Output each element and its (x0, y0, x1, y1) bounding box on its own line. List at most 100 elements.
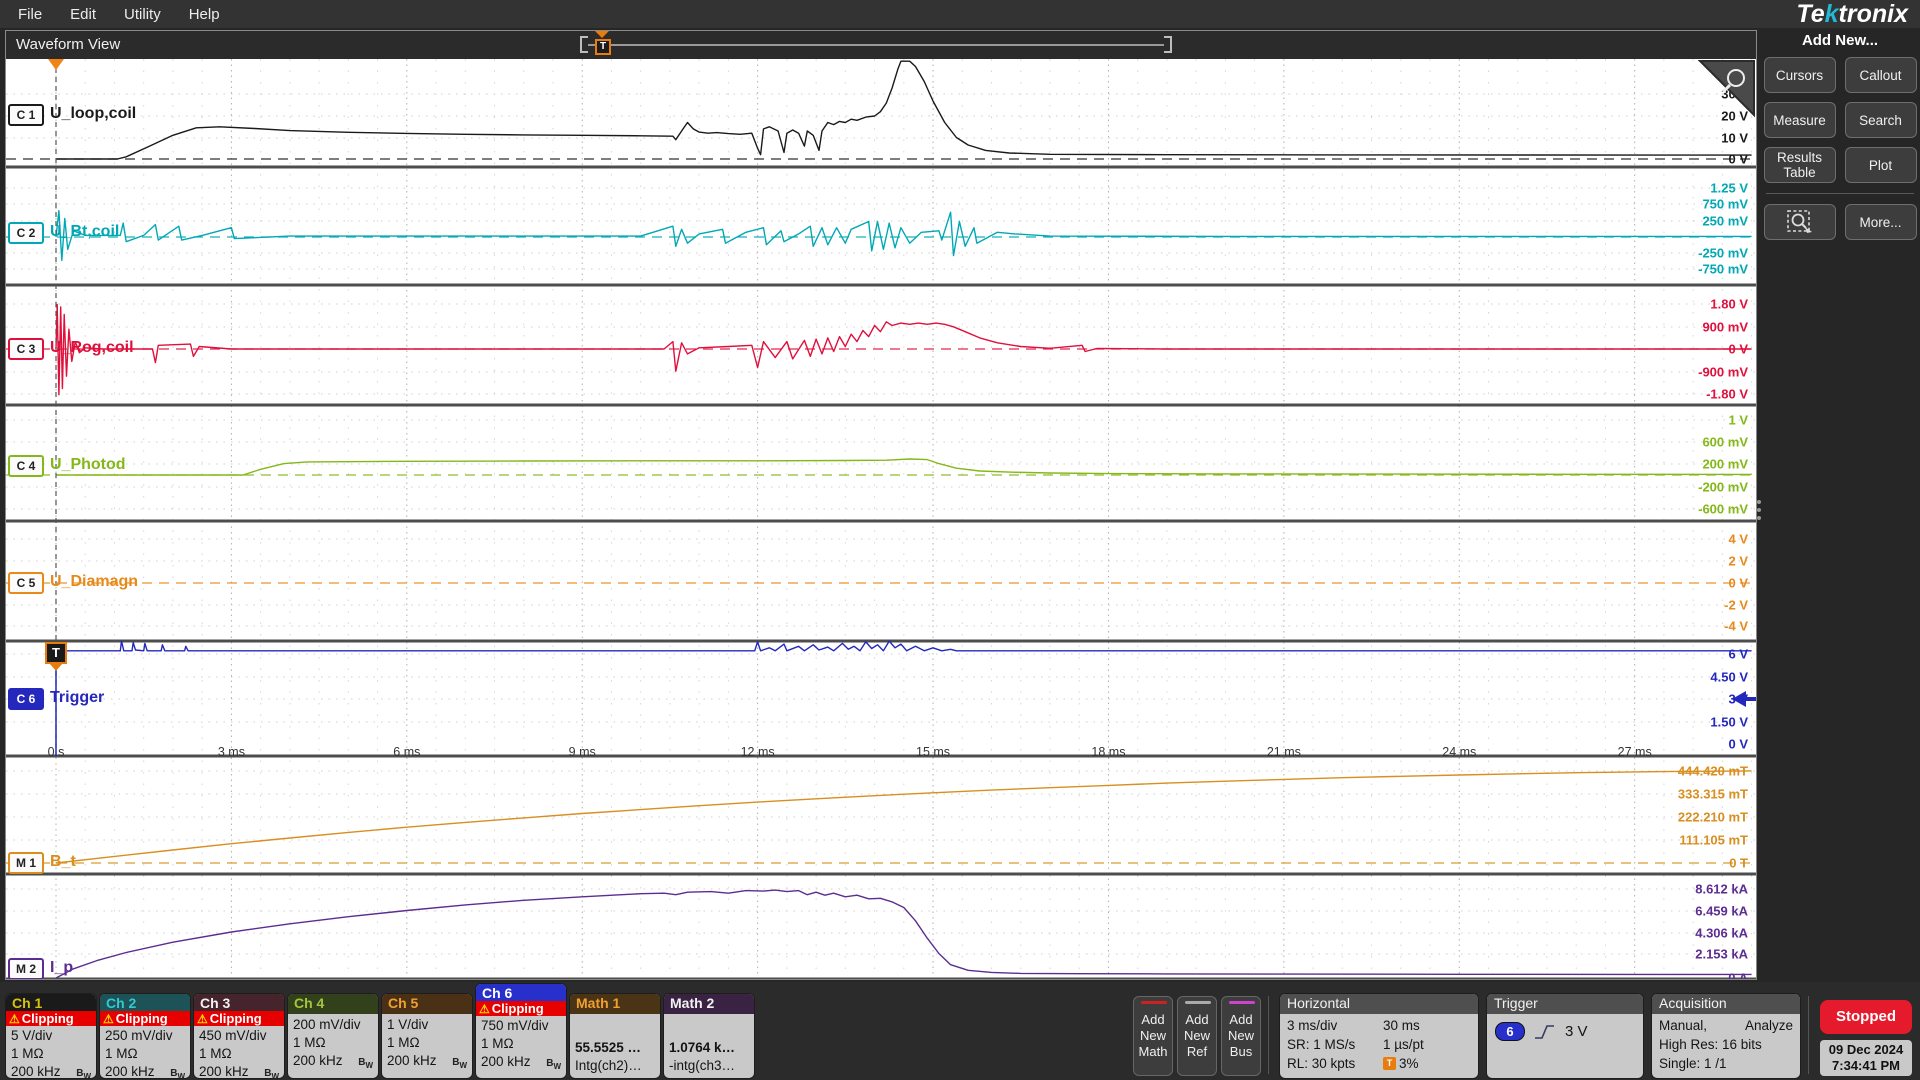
channel-label-c4: U_Photod (50, 456, 126, 473)
trigger-panel[interactable]: Trigger 6 3 V (1487, 994, 1643, 1078)
scrollbar-left-bracket[interactable] (580, 36, 588, 53)
horizontal-panel-title: Horizontal (1280, 994, 1478, 1014)
channel-badge-math1[interactable]: Math 1 55.5525 … Intg(ch2)… (570, 994, 660, 1078)
badge-row: 1 MΩ (105, 1046, 138, 1061)
trigger-source-marker[interactable]: T (45, 642, 67, 664)
svg-text:21 ms: 21 ms (1267, 745, 1301, 759)
svg-text:111.105 mT: 111.105 mT (1679, 833, 1748, 848)
channel-tag-m2[interactable]: M 2 (8, 958, 44, 979)
channel-tag-m1[interactable]: M 1 (8, 852, 44, 874)
svg-text:4.306 kA: 4.306 kA (1695, 926, 1748, 941)
badge-rows: 250 mV/div 1 MΩ 200 kHz BW (100, 1026, 190, 1078)
waveform-view-titlebar: Waveform View T (6, 31, 1756, 59)
horizontal-panel[interactable]: Horizontal 3 ms/div 30 ms SR: 1 MS/s 1 µs/p… (1280, 994, 1478, 1078)
add-new-callout-button[interactable]: Callout (1844, 57, 1917, 93)
run-stop-status-button[interactable]: Stopped (1820, 1000, 1912, 1034)
add-new-ref-button[interactable]: Add New Ref (1177, 996, 1217, 1076)
channel-tag-c1[interactable]: C 1 (8, 104, 44, 126)
add-new-bus-button[interactable]: Add New Bus (1221, 996, 1261, 1076)
acquisition-panel[interactable]: Acquisition Manual, Analyze High Res: 16… (1652, 994, 1800, 1078)
acq-single: Single: 1 /1 (1659, 1056, 1727, 1071)
channel-badge-ch2[interactable]: Ch 2 ⚠ Clipping 250 mV/div 1 MΩ 200 kHz BW (100, 994, 190, 1078)
badge-row: 1 MΩ (481, 1036, 514, 1051)
menu-help[interactable]: Help (189, 6, 220, 23)
time-text: 7:34:41 PM (1832, 1058, 1900, 1073)
trigger-position-pointer[interactable] (595, 31, 609, 38)
badge-row: 200 kHz BW (293, 1052, 373, 1075)
badge-row: -intg(ch3… (669, 1058, 736, 1073)
svg-text:27 ms: 27 ms (1618, 745, 1652, 759)
badge-row: 200 mV/div (293, 1017, 361, 1032)
svg-text:444.420 mT: 444.420 mT (1678, 764, 1748, 779)
horizontal-row: 3 ms/div 30 ms (1287, 1018, 1420, 1033)
badge-row: 200 kHz BW (105, 1063, 185, 1078)
badge-row: 200 kHz BW (387, 1052, 467, 1075)
svg-text:2 V: 2 V (1728, 554, 1748, 569)
badge-rows: 750 mV/div 1 MΩ 200 kHz BW (476, 1016, 566, 1078)
window-title: Waveform View (16, 36, 121, 53)
add-new-plot-button[interactable]: Plot (1844, 147, 1917, 183)
svg-text:-1.80 V: -1.80 V (1706, 387, 1748, 402)
bandwidth-limit-indicator: BW (452, 1057, 467, 1070)
panel-splitter-handle[interactable] (1757, 500, 1763, 520)
svg-text:15 ms: 15 ms (916, 745, 950, 759)
channel-badge-math2[interactable]: Math 2 1.0764 k… -intg(ch3… (664, 994, 754, 1078)
svg-text:250 mV: 250 mV (1702, 214, 1748, 229)
rising-edge-icon (1535, 1024, 1554, 1039)
add-new-measure-button[interactable]: Measure (1763, 102, 1836, 138)
add-new-math-button[interactable]: Add New Math (1133, 996, 1173, 1076)
bandwidth-limit-indicator: BW (170, 1068, 185, 1078)
svg-text:-900 mV: -900 mV (1698, 365, 1748, 380)
channel-tag-c4[interactable]: C 4 (8, 455, 44, 477)
svg-text:24 ms: 24 ms (1442, 745, 1476, 759)
channel-label-m1: B_t (50, 853, 76, 870)
bottom-divider-1 (1268, 996, 1269, 1074)
channel-label-m2: I_p (50, 959, 74, 976)
channel-label-c6: Trigger (50, 689, 105, 706)
channel-tag-c5[interactable]: C 5 (8, 572, 44, 594)
channel-badge-ch6[interactable]: Ch 6 ⚠ Clipping 750 mV/div 1 MΩ 200 kHz BW (476, 984, 566, 1078)
svg-text:0 V: 0 V (1728, 152, 1748, 167)
channel-tag-c3[interactable]: C 3 (8, 338, 44, 360)
svg-text:1 V: 1 V (1728, 413, 1748, 428)
accent-strip (1185, 1001, 1211, 1004)
add-new-header: Add New... (1801, 32, 1879, 49)
add-new-search-button[interactable]: Search (1844, 102, 1917, 138)
acquisition-panel-title: Acquisition (1652, 994, 1800, 1014)
badge-row: 200 kHz BW (481, 1053, 561, 1076)
channel-badge-ch5[interactable]: Ch 5 1 V/div 1 MΩ 200 kHz BW (382, 994, 472, 1078)
channel-badge-ch4[interactable]: Ch 4 200 mV/div 1 MΩ 200 kHz BW (288, 994, 378, 1078)
channel-badge-ch3[interactable]: Ch 3 ⚠ Clipping 450 mV/div 1 MΩ 200 kHz BW (194, 994, 284, 1078)
more-button[interactable]: More... (1844, 204, 1917, 240)
channel-badge-ch1[interactable]: Ch 1 ⚠ Clipping 5 V/div 1 MΩ 200 kHz BW (6, 994, 96, 1078)
badge-header: Ch 6 (476, 984, 566, 1001)
svg-text:-600 mV: -600 mV (1698, 502, 1748, 517)
badge-header: Math 1 (570, 994, 660, 1014)
clipping-warning: ⚠ Clipping (476, 1001, 566, 1016)
zoom-select-button[interactable] (1763, 204, 1836, 240)
menu-file[interactable]: File (18, 6, 42, 23)
badge-header: Math 2 (664, 994, 754, 1014)
badge-rows: 1.0764 k… -intg(ch3… (664, 1014, 754, 1078)
svg-text:2.153 kA: 2.153 kA (1695, 947, 1748, 962)
trigger-time-marker-top[interactable] (48, 59, 64, 70)
channel-tag-c6[interactable]: C 6 (8, 688, 44, 710)
svg-text:0 s: 0 s (48, 745, 65, 759)
add-new-cursors-button[interactable]: Cursors (1763, 57, 1836, 93)
channel-tag-c2[interactable]: C 2 (8, 222, 44, 244)
bandwidth-limit-indicator: BW (358, 1057, 373, 1070)
svg-text:6 ms: 6 ms (393, 745, 420, 759)
warning-icon: ⚠ (103, 1011, 114, 1026)
menu-utility[interactable]: Utility (124, 6, 161, 23)
menu-edit[interactable]: Edit (70, 6, 96, 23)
scrollbar-right-bracket[interactable] (1164, 36, 1172, 53)
svg-text:12 ms: 12 ms (741, 745, 775, 759)
bandwidth-limit-indicator: BW (76, 1068, 91, 1078)
add-new-results-table-button[interactable]: Results Table (1763, 147, 1836, 183)
waveform-graticule[interactable]: 30 V20 V10 V0 V1.25 V750 mV250 mV-250 mV… (6, 59, 1756, 979)
trigger-position-icon[interactable]: T (595, 39, 611, 55)
bottom-bar: Horizontal 3 ms/div 30 ms SR: 1 MS/s 1 µs/p… (0, 982, 1920, 1080)
trigger-position-icon-small: T (1383, 1057, 1396, 1070)
record-scrollbar[interactable] (588, 44, 1164, 46)
badge-row: 1 MΩ (387, 1035, 420, 1050)
